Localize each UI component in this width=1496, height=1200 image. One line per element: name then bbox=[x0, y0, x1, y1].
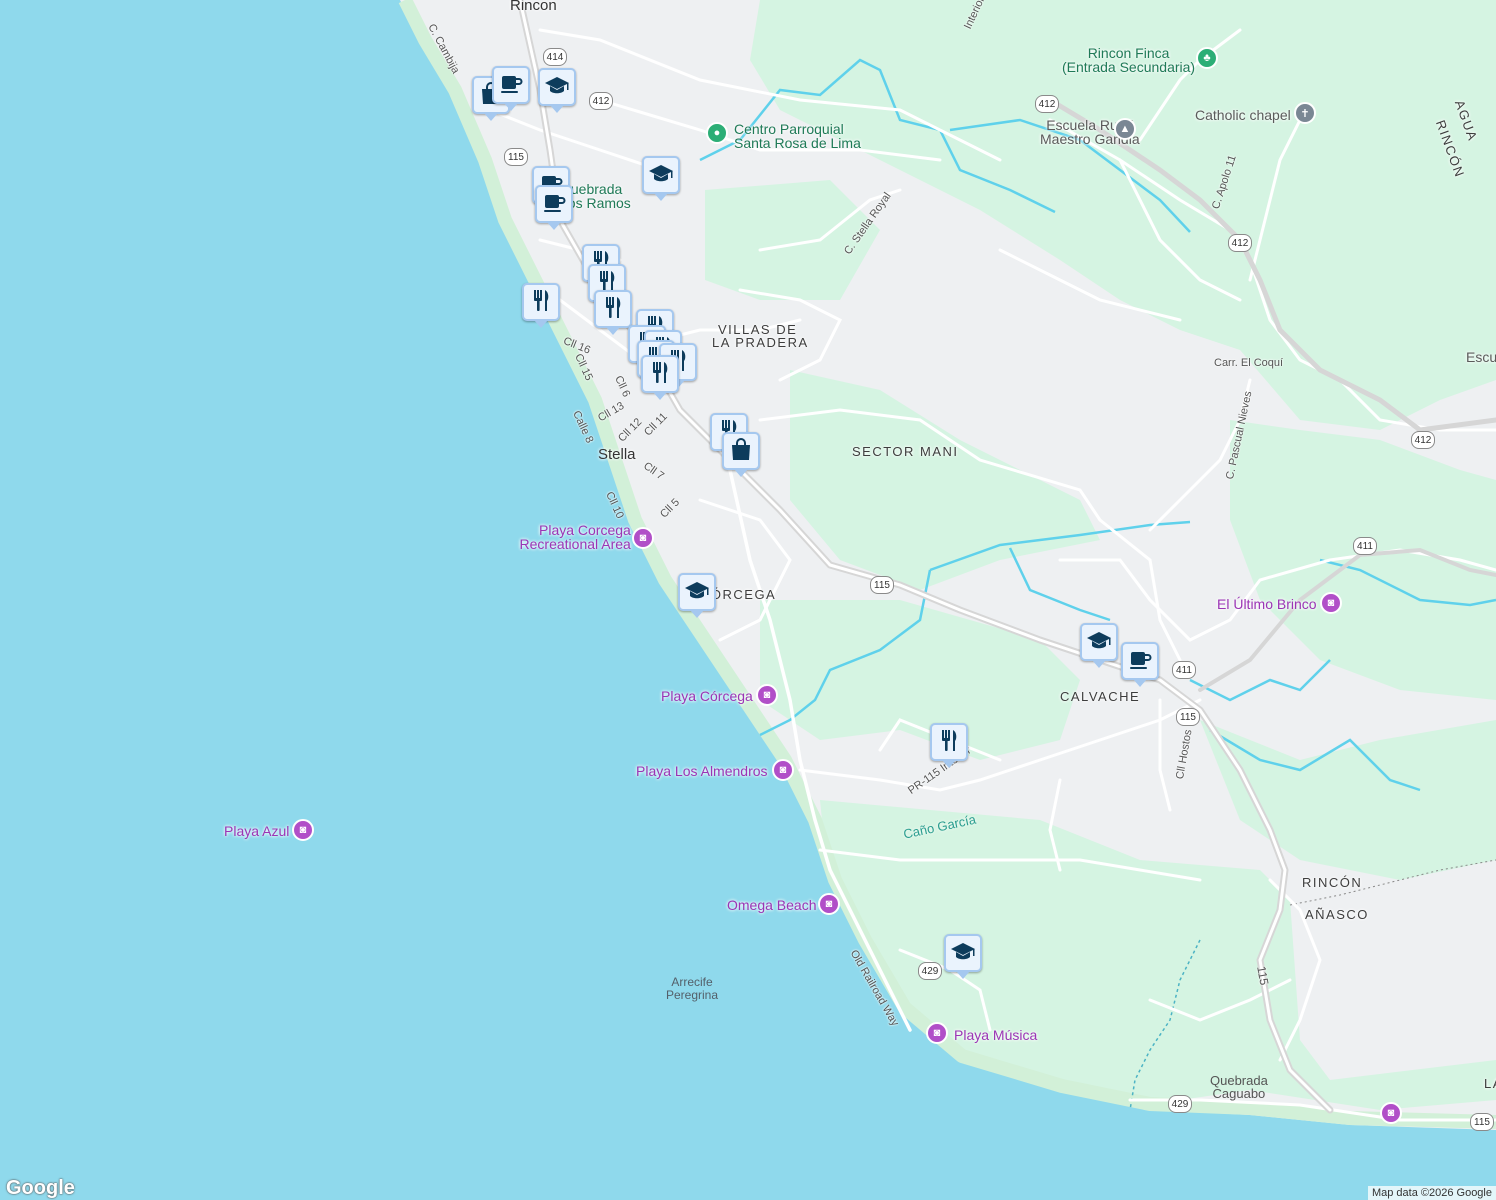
fork-knife-icon bbox=[935, 726, 963, 759]
coffee-cup-icon bbox=[1126, 645, 1154, 678]
graduation-cap-marker[interactable] bbox=[678, 573, 716, 618]
route-shield-412: 412 bbox=[1035, 95, 1059, 113]
camera-icon[interactable]: ◙ bbox=[926, 1022, 948, 1044]
place-label-rincon: Rincon bbox=[510, 0, 557, 14]
fork-knife-icon bbox=[527, 286, 555, 319]
poi-label-playa-corcega-rec[interactable]: Playa Corcega Recreational Area bbox=[520, 522, 631, 551]
fork-knife-marker[interactable] bbox=[522, 283, 560, 328]
graduation-cap-icon bbox=[683, 576, 711, 609]
coffee-cup-marker[interactable] bbox=[492, 66, 530, 111]
poi-label-line: Recreational Area bbox=[519, 536, 631, 552]
fork-knife-marker[interactable] bbox=[930, 723, 968, 768]
fork-knife-marker[interactable] bbox=[641, 355, 679, 400]
route-shield-115: 115 bbox=[504, 148, 528, 166]
google-logo: Google bbox=[6, 1177, 75, 1199]
poi-label-playa-azul[interactable]: Playa Azul bbox=[224, 824, 289, 838]
map-attribution[interactable]: Map data ©2026 Google bbox=[1367, 1186, 1496, 1200]
poi-label-playa-los-almendros[interactable]: Playa Los Almendros bbox=[636, 764, 768, 778]
shopping-bag-marker[interactable] bbox=[722, 432, 760, 477]
route-shield-412: 412 bbox=[1228, 234, 1252, 252]
place-label-stella: Stella bbox=[598, 446, 636, 463]
graduation-cap-marker[interactable] bbox=[642, 156, 680, 201]
poi-label-rincon-finca[interactable]: Rincon Finca (Entrada Secundaria) bbox=[1062, 46, 1195, 74]
camera-icon[interactable]: ◙ bbox=[1380, 1102, 1402, 1124]
poi-label-line: Playa Corcega bbox=[539, 522, 631, 538]
cross-icon[interactable]: ✝ bbox=[1294, 102, 1316, 124]
tree-icon[interactable]: ♣ bbox=[1196, 47, 1218, 69]
fork-knife-marker[interactable] bbox=[594, 290, 632, 335]
graduation-cap-icon bbox=[543, 71, 571, 104]
poi-label-playa-corcega[interactable]: Playa Córcega bbox=[661, 689, 753, 703]
poi-label-line: Rincon Finca bbox=[1087, 45, 1170, 61]
poi-label-el-ultimo-brinco[interactable]: El Último Brinco bbox=[1217, 597, 1317, 611]
shopping-bag-icon bbox=[727, 435, 755, 468]
graduation-cap-icon bbox=[949, 937, 977, 970]
place-label-calvache: CALVACHE bbox=[1060, 689, 1141, 704]
poi-label-quebrada-caguabo: Quebrada Caguabo bbox=[1210, 1074, 1268, 1100]
route-shield-429: 429 bbox=[1168, 1095, 1192, 1113]
poi-label-catholic-chapel[interactable]: Catholic chapel bbox=[1195, 108, 1291, 122]
route-shield-412: 412 bbox=[1411, 431, 1435, 449]
poi-label-line: Caguabo bbox=[1212, 1086, 1266, 1101]
route-shield-412: 412 bbox=[589, 92, 613, 110]
camera-icon[interactable]: ◙ bbox=[632, 527, 654, 549]
camera-icon[interactable]: ◙ bbox=[1320, 592, 1342, 614]
route-shield-429: 429 bbox=[918, 962, 942, 980]
route-shield-414: 414 bbox=[543, 48, 567, 66]
street-label-carr-el-coqui: Carr. El Coquí bbox=[1214, 357, 1284, 369]
place-label-anasco-region: AÑASCO bbox=[1305, 907, 1369, 922]
fork-knife-icon bbox=[599, 293, 627, 326]
route-shield-115: 115 bbox=[1176, 708, 1200, 726]
coffee-cup-marker[interactable] bbox=[535, 185, 573, 230]
poi-label-arrecife-peregrina: Arrecife Peregrina bbox=[666, 976, 718, 1002]
route-shield-115: 115 bbox=[870, 576, 894, 594]
camera-icon[interactable]: ◙ bbox=[756, 684, 778, 706]
poi-label-playa-musica[interactable]: Playa Música bbox=[954, 1028, 1037, 1042]
place-of-worship-icon[interactable]: ● bbox=[706, 122, 728, 144]
route-shield-115: 115 bbox=[1470, 1113, 1494, 1131]
poi-label-centro-parroquial[interactable]: Centro Parroquial Santa Rosa de Lima bbox=[734, 122, 861, 150]
coffee-cup-icon bbox=[497, 69, 525, 102]
route-shield-411: 411 bbox=[1172, 661, 1196, 679]
camera-icon[interactable]: ◙ bbox=[772, 759, 794, 781]
graduation-cap-icon bbox=[1085, 626, 1113, 659]
place-label-villas-de-la-pradera-2: LA PRADERA bbox=[712, 335, 809, 350]
place-label-sector-mani: SECTOR MANI bbox=[852, 444, 959, 459]
place-label-rincon-region: RINCÓN bbox=[1302, 875, 1363, 890]
route-shield-411: 411 bbox=[1353, 537, 1377, 555]
graduation-cap-marker[interactable] bbox=[538, 68, 576, 113]
camera-icon[interactable]: ◙ bbox=[818, 893, 840, 915]
graduation-cap-marker[interactable] bbox=[1080, 623, 1118, 668]
coffee-cup-marker[interactable] bbox=[1121, 642, 1159, 687]
poi-label-line: (Entrada Secundaria) bbox=[1062, 59, 1196, 75]
graduation-cap-icon bbox=[647, 159, 675, 192]
coffee-cup-icon bbox=[540, 188, 568, 221]
fork-knife-icon bbox=[646, 358, 674, 391]
place-label-la-partial: LA bbox=[1484, 1076, 1496, 1091]
poi-label-line: Santa Rosa de Lima bbox=[734, 135, 861, 151]
graduation-cap-marker[interactable] bbox=[944, 934, 982, 979]
poi-label-line: Centro Parroquial bbox=[734, 121, 844, 137]
school-icon[interactable]: ▲ bbox=[1114, 118, 1136, 140]
camera-icon[interactable]: ◙ bbox=[292, 819, 314, 841]
place-label-escu-partial: Escu bbox=[1466, 349, 1496, 365]
poi-label-line: Peregrina bbox=[666, 988, 719, 1002]
poi-label-omega-beach[interactable]: Omega Beach bbox=[727, 898, 817, 912]
